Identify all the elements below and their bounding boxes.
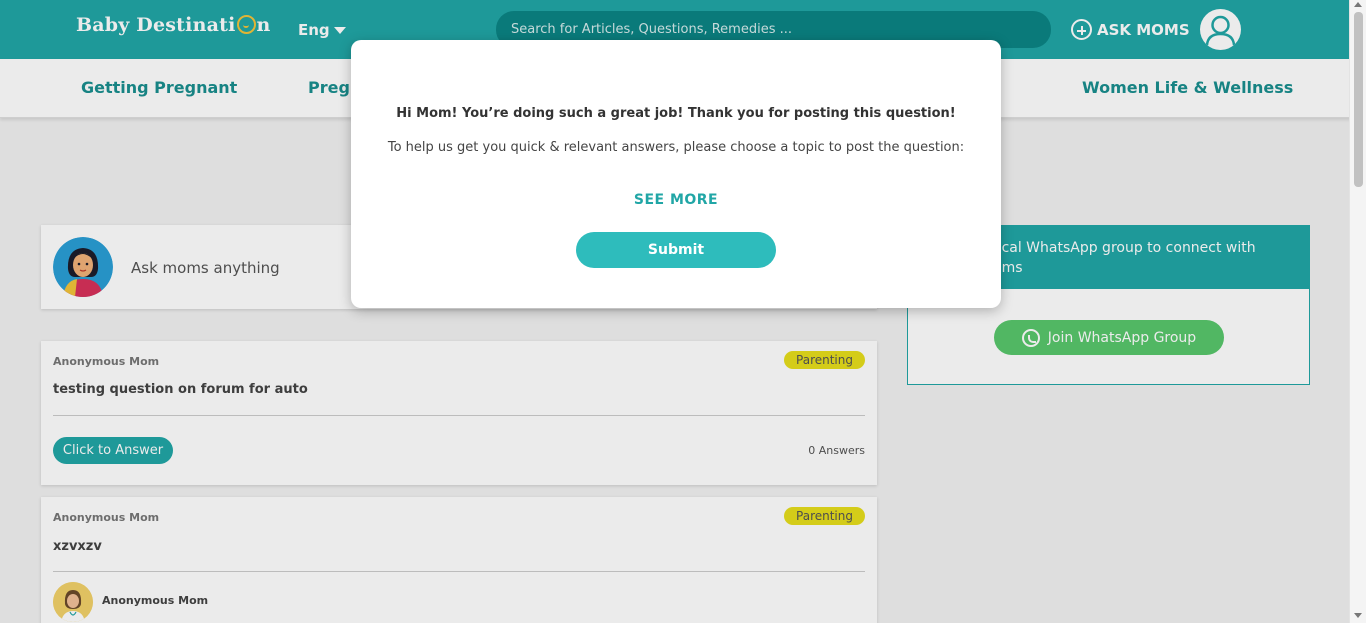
scroll-thumb[interactable]	[1354, 12, 1363, 187]
modal-message: To help us get you quick & relevant answ…	[387, 140, 965, 155]
submit-button[interactable]: Submit	[576, 232, 776, 268]
scroll-down-arrow-icon[interactable]	[1354, 613, 1362, 618]
topic-modal: Hi Mom! You’re doing such a great job! T…	[351, 40, 1001, 308]
scroll-up-arrow-icon[interactable]	[1354, 2, 1362, 7]
scrollbar[interactable]	[1349, 0, 1366, 623]
modal-title: Hi Mom! You’re doing such a great job! T…	[396, 106, 956, 121]
see-more-link[interactable]: SEE MORE	[351, 192, 1001, 208]
